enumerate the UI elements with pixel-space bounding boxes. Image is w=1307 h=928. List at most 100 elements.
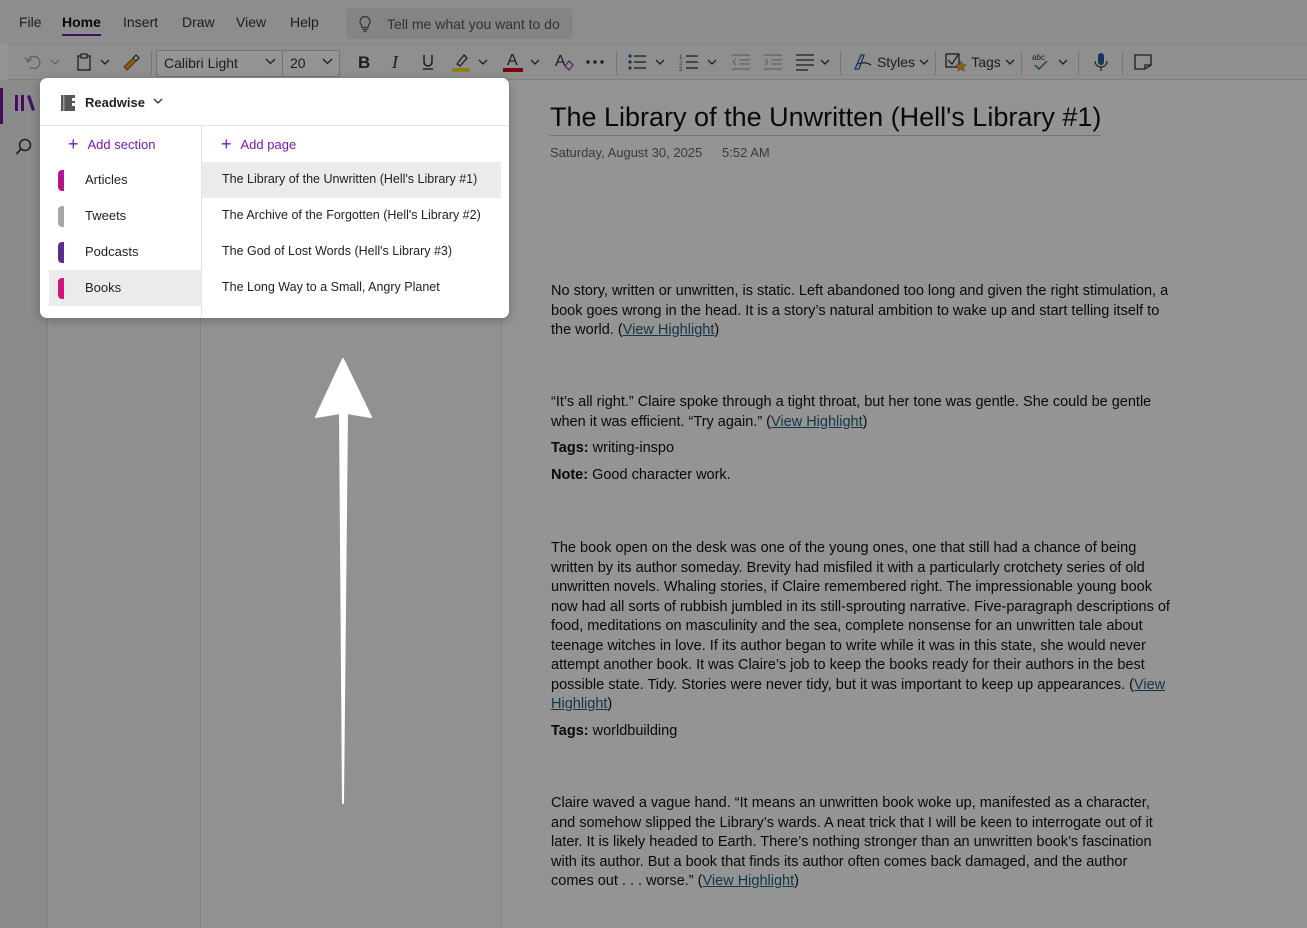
chevron-down-icon xyxy=(322,58,333,65)
align-icon[interactable] xyxy=(792,45,818,79)
page-item[interactable]: The Long Way to a Small, Angry Planet xyxy=(202,270,501,306)
menu-bar: File Home Insert Draw View Help Tell me … xyxy=(0,0,1307,44)
more-icon[interactable] xyxy=(582,45,608,79)
close-paren: ) xyxy=(714,322,720,338)
numbering-dropdown-chevron-icon[interactable] xyxy=(705,45,719,79)
page-title[interactable]: The Library of the Unwritten (Hell's Lib… xyxy=(550,102,1102,136)
active-menu-indicator xyxy=(62,34,101,36)
tags-button[interactable]: Tags xyxy=(940,45,1020,79)
paste-dropdown-chevron-icon[interactable] xyxy=(98,45,112,79)
notebooks-icon[interactable] xyxy=(14,94,36,117)
section-color-tab xyxy=(58,206,64,227)
bullets-dropdown-chevron-icon[interactable] xyxy=(653,45,667,79)
clear-formatting-icon[interactable]: A xyxy=(550,45,578,79)
highlight-paragraph[interactable]: “It’s all right.” Claire spoke through a… xyxy=(551,393,1171,432)
menu-file[interactable]: File xyxy=(19,14,42,30)
menu-view[interactable]: View xyxy=(236,14,266,30)
plus-icon: + xyxy=(68,134,79,154)
decrease-indent-icon[interactable] xyxy=(728,45,754,79)
align-dropdown-chevron-icon[interactable] xyxy=(818,45,832,79)
view-highlight-link[interactable]: View Highlight xyxy=(703,873,795,889)
notebook-switcher[interactable]: Readwise xyxy=(40,78,509,126)
menu-draw[interactable]: Draw xyxy=(182,14,215,30)
ribbon-separator xyxy=(1021,51,1022,75)
add-page-button[interactable]: + Add page xyxy=(221,135,296,153)
page-item[interactable]: The Library of the Unwritten (Hell's Lib… xyxy=(202,162,501,198)
styles-label: Styles xyxy=(876,54,916,70)
close-paren: ) xyxy=(862,413,868,430)
section-color-tab xyxy=(58,242,64,263)
section-item-podcasts[interactable]: Podcasts xyxy=(49,234,201,270)
page-label: The Library of the Unwritten (Hell's Lib… xyxy=(222,172,478,186)
add-section-button[interactable]: + Add section xyxy=(68,134,155,154)
close-paren: ) xyxy=(794,873,799,889)
section-color-tab xyxy=(58,170,64,191)
tell-me-text: Tell me what you want to do xyxy=(387,16,560,32)
svg-text:A: A xyxy=(555,53,566,70)
font-name-select[interactable]: Calibri Light xyxy=(156,50,283,77)
highlight-paragraph[interactable]: The book open on the desk was one of the… xyxy=(551,539,1171,715)
font-size-select[interactable]: 20 xyxy=(282,50,340,77)
tag-checkbox-icon xyxy=(945,53,967,72)
ribbon-toolbar: Calibri Light 20 B I A A 123 Styles Tags… xyxy=(8,44,1307,80)
chevron-down-icon xyxy=(1005,59,1015,65)
section-color-tab xyxy=(58,278,64,299)
increase-indent-icon[interactable] xyxy=(760,45,786,79)
microphone-icon[interactable] xyxy=(1088,45,1114,79)
font-size-value: 20 xyxy=(290,55,306,71)
ribbon-separator xyxy=(1122,51,1123,75)
menu-help[interactable]: Help xyxy=(290,14,319,30)
search-icon[interactable] xyxy=(15,138,33,161)
tags-label: Tags: xyxy=(551,440,589,456)
ribbon-separator xyxy=(840,51,841,75)
section-item-tweets[interactable]: Tweets xyxy=(49,198,201,234)
svg-text:A: A xyxy=(507,52,518,69)
undo-dropdown-chevron-icon[interactable] xyxy=(48,45,62,79)
notebook-name: Readwise xyxy=(85,95,145,110)
note-line: Note: Good character work. xyxy=(551,467,731,483)
view-highlight-link[interactable]: View Highlight xyxy=(623,322,715,338)
view-highlight-link[interactable]: View Highlight xyxy=(771,414,863,430)
section-label: Podcasts xyxy=(85,244,139,259)
section-item-books[interactable]: Books xyxy=(49,270,201,306)
highlight-paragraph[interactable]: No story, written or unwritten, is stati… xyxy=(551,282,1171,341)
menu-insert[interactable]: Insert xyxy=(123,14,158,30)
section-label: Tweets xyxy=(85,208,127,223)
tell-me-search[interactable]: Tell me what you want to do xyxy=(346,8,573,39)
page-label: The Archive of the Forgotten (Hell's Lib… xyxy=(222,208,481,222)
font-color-icon[interactable]: A xyxy=(500,45,526,79)
svg-text:abc: abc xyxy=(1032,53,1045,62)
note-value: Good character work. xyxy=(592,467,731,483)
font-color-dropdown-chevron-icon[interactable] xyxy=(528,45,542,79)
page-label: The God of Lost Words (Hell's Library #3… xyxy=(222,244,453,258)
clipboard-icon[interactable] xyxy=(72,45,96,79)
highlight-dropdown-chevron-icon[interactable] xyxy=(476,45,490,79)
sticky-note-icon[interactable] xyxy=(1130,45,1156,79)
ribbon-separator xyxy=(151,51,152,75)
font-name-value: Calibri Light xyxy=(164,55,238,71)
lightbulb-icon xyxy=(359,15,371,33)
chevron-down-icon xyxy=(919,59,929,65)
page-label: The Long Way to a Small, Angry Planet xyxy=(222,280,440,294)
underline-icon[interactable] xyxy=(416,45,440,79)
spelling-dropdown-chevron-icon[interactable] xyxy=(1056,45,1070,79)
ribbon-separator xyxy=(935,51,936,75)
page-item[interactable]: The God of Lost Words (Hell's Library #3… xyxy=(202,234,501,270)
highlighter-icon[interactable] xyxy=(448,45,474,79)
spelling-icon[interactable]: abc xyxy=(1028,45,1054,79)
styles-button[interactable]: Styles xyxy=(848,45,934,79)
bold-icon[interactable]: B xyxy=(352,45,376,79)
highlight-paragraph[interactable]: Claire waved a vague hand. “It means an … xyxy=(551,794,1171,892)
numbered-list-icon[interactable]: 123 xyxy=(676,45,702,79)
up-arrow-annotation xyxy=(315,358,372,804)
nav-active-indicator xyxy=(0,88,3,124)
section-item-articles[interactable]: Articles xyxy=(49,162,201,198)
menu-home[interactable]: Home xyxy=(62,14,101,30)
format-painter-icon[interactable] xyxy=(118,45,144,79)
tags-value: worldbuilding xyxy=(592,723,678,739)
undo-icon[interactable] xyxy=(20,45,46,79)
page-item[interactable]: The Archive of the Forgotten (Hell's Lib… xyxy=(202,198,501,234)
page-time: 5:52 AM xyxy=(722,145,770,160)
bullet-list-icon[interactable] xyxy=(624,45,650,79)
italic-icon[interactable]: I xyxy=(384,45,408,79)
